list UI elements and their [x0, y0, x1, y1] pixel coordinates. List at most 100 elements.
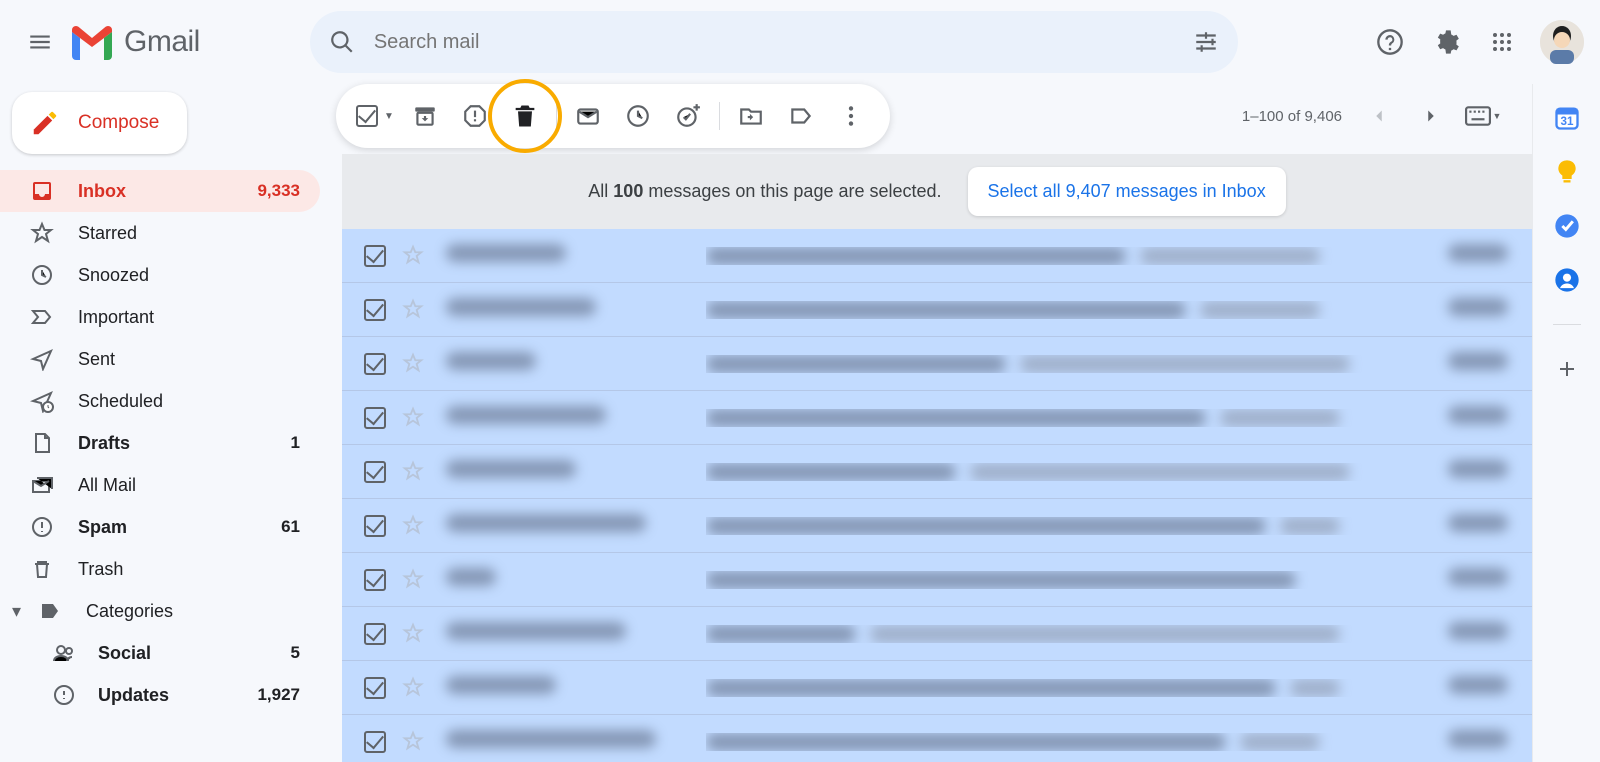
row-checkbox[interactable] [364, 353, 386, 375]
input-tools-button[interactable]: ▼ [1458, 91, 1508, 141]
nav-count: 9,333 [257, 181, 300, 201]
get-addons-button[interactable] [1551, 353, 1583, 385]
header: Gmail [0, 0, 1600, 84]
row-checkbox[interactable] [364, 731, 386, 753]
select-all-in-inbox-button[interactable]: Select all 9,407 messages in Inbox [968, 167, 1286, 216]
delete-icon [511, 102, 539, 130]
chevron-down-icon: ▾ [12, 601, 30, 622]
svg-text:31: 31 [1560, 115, 1573, 128]
email-row[interactable] [342, 445, 1532, 499]
inbox-icon [28, 177, 56, 205]
email-row[interactable] [342, 283, 1532, 337]
email-row[interactable] [342, 499, 1532, 553]
row-checkbox[interactable] [364, 245, 386, 267]
selection-banner: All 100 messages on this page are select… [342, 154, 1532, 229]
select-all-checkbox[interactable]: ▼ [350, 91, 400, 141]
email-row[interactable] [342, 661, 1532, 715]
nav-inbox[interactable]: Inbox 9,333 [0, 170, 320, 212]
add-to-tasks-button[interactable] [663, 91, 713, 141]
compose-button[interactable]: Compose [12, 92, 187, 154]
star-button[interactable] [402, 514, 426, 538]
row-checkbox[interactable] [364, 515, 386, 537]
keep-app[interactable] [1551, 156, 1583, 188]
side-panel: 31 [1532, 84, 1600, 762]
nav-categories[interactable]: ▾ Categories [0, 590, 320, 632]
star-button[interactable] [402, 298, 426, 322]
gmail-icon [68, 24, 116, 60]
divider [1553, 324, 1581, 325]
prev-page-button[interactable] [1354, 91, 1404, 141]
more-button[interactable] [826, 91, 876, 141]
account-avatar[interactable] [1540, 20, 1584, 64]
subject-cell [706, 733, 1436, 751]
nav-snoozed[interactable]: Snoozed [0, 254, 320, 296]
support-button[interactable] [1366, 18, 1414, 66]
sender-cell [446, 352, 646, 375]
subject-cell [706, 625, 1436, 643]
email-row[interactable] [342, 553, 1532, 607]
nav-updates[interactable]: Updates 1,927 [0, 674, 320, 716]
time-cell [1436, 244, 1508, 267]
row-checkbox[interactable] [364, 407, 386, 429]
send-icon [28, 345, 56, 373]
star-button[interactable] [402, 244, 426, 268]
star-button[interactable] [402, 352, 426, 376]
star-button[interactable] [402, 730, 426, 754]
nav-drafts[interactable]: Drafts 1 [0, 422, 320, 464]
delete-button[interactable] [500, 91, 550, 141]
nav-important[interactable]: Important [0, 296, 320, 338]
search-options-button[interactable] [1182, 18, 1230, 66]
nav-spam[interactable]: Spam 61 [0, 506, 320, 548]
calendar-icon: 31 [1553, 104, 1581, 132]
star-button[interactable] [402, 568, 426, 592]
move-to-button[interactable] [726, 91, 776, 141]
nav-trash[interactable]: Trash [0, 548, 320, 590]
contacts-app[interactable] [1551, 264, 1583, 296]
nav-scheduled[interactable]: Scheduled [0, 380, 320, 422]
labels-icon [788, 103, 814, 129]
next-page-button[interactable] [1406, 91, 1456, 141]
email-row[interactable] [342, 229, 1532, 283]
nav-label: Inbox [78, 181, 257, 202]
row-checkbox[interactable] [364, 677, 386, 699]
time-cell [1436, 298, 1508, 321]
nav-sent[interactable]: Sent [0, 338, 320, 380]
row-checkbox[interactable] [364, 461, 386, 483]
main-menu-button[interactable] [16, 18, 64, 66]
time-cell [1436, 622, 1508, 645]
star-button[interactable] [402, 406, 426, 430]
nav-allmail[interactable]: All Mail [0, 464, 320, 506]
email-row[interactable] [342, 391, 1532, 445]
search-button[interactable] [318, 18, 366, 66]
snooze-button[interactable] [613, 91, 663, 141]
archive-icon [412, 103, 438, 129]
archive-button[interactable] [400, 91, 450, 141]
header-actions [1366, 18, 1584, 66]
sender-cell [446, 406, 646, 429]
subject-cell [706, 679, 1436, 697]
labels-button[interactable] [776, 91, 826, 141]
tasks-app[interactable] [1551, 210, 1583, 242]
settings-button[interactable] [1422, 18, 1470, 66]
subject-cell [706, 463, 1436, 481]
sidebar: Compose Inbox 9,333 Starred Snoozed Impo… [0, 84, 342, 762]
email-row[interactable] [342, 337, 1532, 391]
star-button[interactable] [402, 460, 426, 484]
row-checkbox[interactable] [364, 623, 386, 645]
email-row[interactable] [342, 607, 1532, 661]
nav-starred[interactable]: Starred [0, 212, 320, 254]
tasks-icon [1553, 212, 1581, 240]
row-checkbox[interactable] [364, 569, 386, 591]
apps-button[interactable] [1478, 18, 1526, 66]
star-button[interactable] [402, 622, 426, 646]
mark-unread-button[interactable] [563, 91, 613, 141]
email-row[interactable] [342, 715, 1532, 762]
mail-stack-icon [28, 471, 56, 499]
star-button[interactable] [402, 676, 426, 700]
calendar-app[interactable]: 31 [1551, 102, 1583, 134]
sender-cell [446, 568, 646, 591]
row-checkbox[interactable] [364, 299, 386, 321]
logo[interactable]: Gmail [68, 24, 200, 60]
search-input[interactable] [366, 31, 1182, 54]
nav-social[interactable]: Social 5 [0, 632, 320, 674]
